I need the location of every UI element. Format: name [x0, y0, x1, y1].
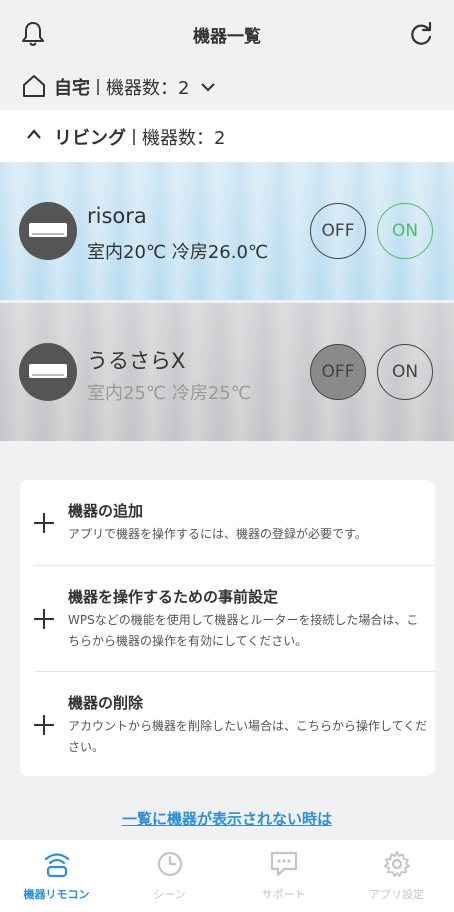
clock-icon [157, 851, 183, 877]
action-description: WPSなどの機能を使用して機器とルーターを接続した場合は、こちらから機器の操作を… [68, 613, 419, 648]
power-on-button[interactable]: ON [377, 203, 433, 259]
tab-support[interactable]: サポート [227, 840, 340, 912]
refresh-icon[interactable] [408, 20, 434, 48]
power-on-button[interactable]: ON [377, 344, 433, 400]
action-title: 機器を操作するための事前設定 [68, 588, 279, 606]
device-name: risora [87, 204, 147, 228]
divider [97, 79, 99, 95]
tab-label: サポート [261, 888, 306, 901]
chevron-up-icon [27, 129, 41, 139]
plus-icon [34, 715, 54, 735]
gear-icon [384, 851, 410, 877]
room-device-count: 機器数：2 [142, 128, 226, 149]
device-card-risora[interactable]: risora 室内20℃ 冷房26.0℃ OFF ON [0, 162, 454, 300]
app-header: 機器一覧 [0, 0, 454, 68]
tab-app-settings[interactable]: アプリ設定 [340, 840, 453, 912]
home-name: 自宅 [54, 78, 90, 99]
page-title: 機器一覧 [193, 27, 261, 47]
chat-icon [270, 851, 298, 877]
room-name: リビング [54, 128, 126, 149]
tab-remote[interactable]: 機器リモコン [0, 840, 113, 912]
action-title: 機器の削除 [68, 694, 144, 712]
pre-setup-item[interactable]: 機器を操作するための事前設定 WPSなどの機能を使用して機器とルーターを接続した… [20, 566, 435, 671]
action-description: アカウントから機器を削除したい場合は、こちらから操作してください。 [68, 719, 428, 754]
delete-device-item[interactable]: 機器の削除 アカウントから機器を削除したい場合は、こちらから操作してください。 [20, 672, 435, 776]
wifi-remote-icon [44, 853, 70, 878]
chevron-down-icon [201, 83, 215, 92]
power-off-button[interactable]: OFF [310, 344, 366, 400]
home-label: 自宅 機器数：2 [54, 74, 215, 100]
device-actions-card: 機器の追加 アプリで機器を操作するには、機器の登録が必要です。 機器を操作するた… [20, 480, 435, 776]
power-off-button[interactable]: OFF [310, 203, 366, 259]
action-description: アプリで機器を操作するには、機器の登録が必要です。 [68, 527, 367, 541]
air-conditioner-icon [19, 202, 77, 260]
help-link[interactable]: 一覧に機器が表示されない時は [0, 808, 454, 829]
home-selector[interactable]: 自宅 機器数：2 [0, 68, 454, 108]
add-device-item[interactable]: 機器の追加 アプリで機器を操作するには、機器の登録が必要です。 [20, 480, 435, 565]
house-icon [23, 75, 45, 97]
plus-icon [34, 513, 54, 533]
tab-label: 機器リモコン [23, 888, 90, 901]
tab-label: シーン [153, 888, 186, 901]
bottom-tab-bar: 機器リモコン シーン サポート アプリ設定 [0, 840, 454, 912]
device-status: 室内20℃ 冷房26.0℃ [87, 242, 269, 263]
action-title: 機器の追加 [68, 502, 144, 520]
divider [133, 129, 135, 145]
device-card-urusara-x[interactable]: うるさらX 室内25℃ 冷房25℃ OFF ON [0, 303, 454, 441]
room-group-header[interactable]: リビング 機器数：2 [0, 110, 454, 162]
tab-label: アプリ設定 [369, 888, 424, 901]
plus-icon [34, 609, 54, 629]
home-device-count: 機器数：2 [106, 78, 190, 99]
tab-scene[interactable]: シーン [113, 840, 226, 912]
device-status: 室内25℃ 冷房25℃ [87, 383, 251, 404]
device-name: うるさらX [87, 349, 186, 373]
air-conditioner-icon [19, 343, 77, 401]
room-label: リビング 機器数：2 [54, 124, 225, 150]
